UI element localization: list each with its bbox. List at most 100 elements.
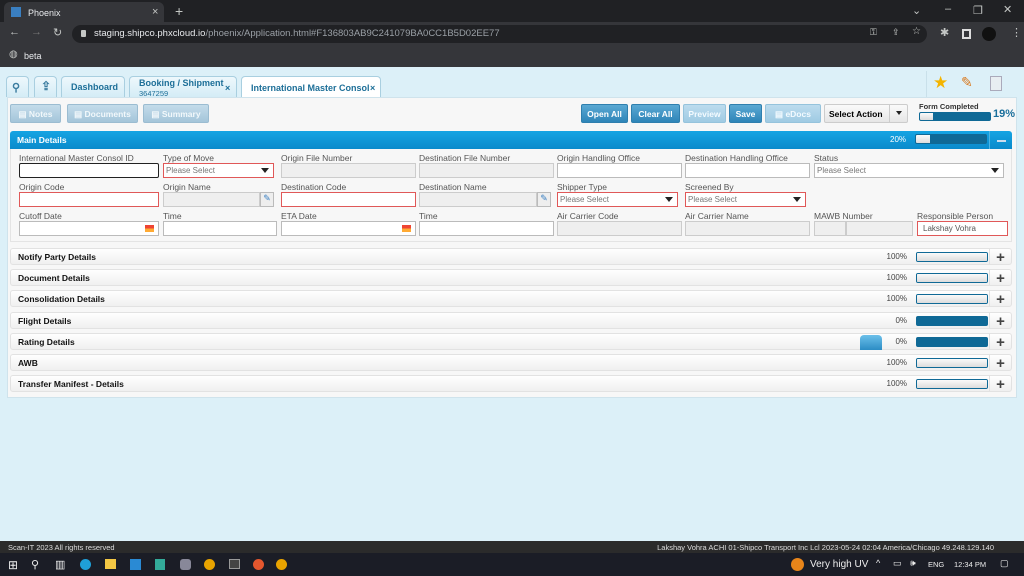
expand-plus-icon[interactable]: + xyxy=(989,291,1011,308)
responsible-person-input[interactable]: Lakshay Vohra xyxy=(917,221,1008,236)
cutoff-date-input[interactable] xyxy=(19,221,159,236)
notes-button[interactable]: ▤ Notes xyxy=(10,104,61,123)
open-all-button[interactable]: Open All xyxy=(581,104,628,123)
dest-file-input[interactable] xyxy=(419,163,554,178)
select-action-dropdown[interactable]: Select Action xyxy=(824,104,908,123)
file-explorer-icon[interactable] xyxy=(105,559,116,569)
key-icon[interactable]: ⚿ xyxy=(870,27,877,38)
side-panel-icon[interactable] xyxy=(962,29,971,39)
expand-plus-icon[interactable]: + xyxy=(989,270,1011,287)
tab-international-master-consol[interactable]: International Master Consol × xyxy=(241,76,381,98)
preview-button[interactable]: Preview xyxy=(683,104,726,123)
section-row[interactable]: Flight Details 0% + xyxy=(10,311,1012,330)
section-row[interactable]: Consolidation Details 100% + xyxy=(10,290,1012,308)
origin-code-input[interactable] xyxy=(19,192,159,207)
summary-button[interactable]: ▤ Summary xyxy=(143,104,209,123)
shipper-type-select[interactable]: Please Select xyxy=(557,192,678,207)
tray-chevron-icon[interactable]: ^ xyxy=(876,558,880,568)
close-window-icon[interactable]: ✕ xyxy=(1003,3,1012,16)
app-icon[interactable] xyxy=(253,559,264,570)
section-row[interactable]: Document Details 100% + xyxy=(10,269,1012,287)
language-indicator[interactable]: ENG xyxy=(928,560,944,569)
calendar-icon[interactable] xyxy=(145,225,154,232)
collapse-button[interactable] xyxy=(989,131,1012,149)
expand-plus-icon[interactable]: + xyxy=(989,249,1011,266)
volume-icon[interactable]: 🕪 xyxy=(910,558,916,569)
vscode-icon[interactable] xyxy=(130,559,141,570)
app-icon[interactable] xyxy=(155,559,165,570)
forward-icon[interactable]: → xyxy=(31,26,42,38)
consol-id-input[interactable] xyxy=(19,163,159,178)
mawb-prefix-input[interactable] xyxy=(814,221,846,236)
app-icon[interactable] xyxy=(180,559,191,570)
section-row[interactable]: AWB 100% + xyxy=(10,354,1012,372)
search-button[interactable]: ⚲ xyxy=(6,76,29,97)
main-details-header[interactable]: Main Details 20% xyxy=(10,131,1012,149)
chrome-icon[interactable] xyxy=(276,559,287,570)
upload-button[interactable]: ⇪ xyxy=(34,76,57,97)
clock[interactable]: 12:34 PM xyxy=(954,560,986,569)
status-select[interactable]: Please Select xyxy=(814,163,1004,178)
origin-office-input[interactable] xyxy=(557,163,682,178)
terminal-icon[interactable] xyxy=(229,559,240,569)
dest-office-input[interactable] xyxy=(685,163,810,178)
address-bar[interactable]: staging.shipco.phxcloud.io/phoenix/Appli… xyxy=(72,25,927,43)
type-of-move-select[interactable]: Please Select xyxy=(163,163,274,178)
document-list-icon[interactable] xyxy=(990,76,1002,91)
dest-code-input[interactable] xyxy=(281,192,416,207)
edit-lookup-icon[interactable]: ✎ xyxy=(260,192,274,207)
close-tab-icon[interactable]: × xyxy=(152,6,158,18)
expand-plus-icon[interactable]: + xyxy=(989,312,1011,330)
bookmark-beta[interactable]: beta xyxy=(24,51,42,61)
eta-date-input[interactable] xyxy=(281,221,416,236)
browser-tab[interactable]: Phoenix × xyxy=(4,2,164,22)
tab-booking-shipment[interactable]: Booking / Shipment 3647259 × xyxy=(129,76,237,98)
screened-by-select[interactable]: Please Select xyxy=(685,192,806,207)
air-carrier-name-input[interactable] xyxy=(685,221,810,236)
expand-plus-icon[interactable]: + xyxy=(989,355,1011,372)
profile-avatar[interactable] xyxy=(982,27,996,41)
clear-all-button[interactable]: Clear All xyxy=(631,104,680,123)
tab-search-icon[interactable]: ⌄ xyxy=(912,4,921,17)
calendar-icon[interactable] xyxy=(402,225,411,232)
maximize-icon[interactable]: ❐ xyxy=(973,4,983,17)
origin-name-input[interactable] xyxy=(163,192,260,207)
cutoff-time-input[interactable] xyxy=(163,221,277,236)
section-row[interactable]: Rating Details 0% + xyxy=(10,332,1012,351)
favorite-star-icon[interactable]: ★ xyxy=(933,73,948,93)
expand-plus-icon[interactable]: + xyxy=(989,376,1011,393)
reload-icon[interactable]: ↻ xyxy=(53,26,62,39)
eta-time-input[interactable] xyxy=(419,221,554,236)
close-tab-icon[interactable]: × xyxy=(225,83,230,93)
new-tab-icon[interactable]: + xyxy=(175,3,183,19)
bookmark-star-icon[interactable]: ☆ xyxy=(912,26,921,37)
save-button[interactable]: Save xyxy=(729,104,762,123)
network-icon[interactable]: ▭ xyxy=(893,558,902,569)
dest-name-input[interactable] xyxy=(419,192,537,207)
section-row[interactable]: Notify Party Details 100% + xyxy=(10,248,1012,266)
weather-text[interactable]: Very high UV xyxy=(810,559,868,570)
no-edit-icon[interactable]: ✎ xyxy=(961,74,973,91)
origin-file-input[interactable] xyxy=(281,163,416,178)
close-tab-icon[interactable]: × xyxy=(370,83,375,93)
windows-start-icon[interactable]: ⊞ xyxy=(8,558,18,572)
edocs-button[interactable]: ▤ eDocs xyxy=(765,104,821,123)
back-icon[interactable]: ← xyxy=(9,26,20,38)
section-row[interactable]: Transfer Manifest - Details 100% + xyxy=(10,375,1012,393)
chrome-icon[interactable] xyxy=(204,559,215,570)
expand-plus-icon[interactable]: + xyxy=(989,333,1011,351)
tab-dashboard[interactable]: Dashboard xyxy=(61,76,125,97)
search-icon[interactable]: ⚲ xyxy=(31,558,39,571)
task-view-icon[interactable]: ▥ xyxy=(55,558,65,571)
rating-sheet-icon[interactable] xyxy=(860,334,882,350)
mawb-number-input[interactable] xyxy=(846,221,913,236)
minimize-icon[interactable]: – xyxy=(945,3,951,15)
menu-icon[interactable]: ⋮ xyxy=(1011,26,1022,39)
edge-icon[interactable] xyxy=(80,559,91,570)
edit-lookup-icon[interactable]: ✎ xyxy=(537,192,551,207)
share-icon[interactable]: ⇪ xyxy=(892,27,900,38)
notifications-icon[interactable]: ▢ xyxy=(1000,558,1009,569)
air-carrier-code-input[interactable] xyxy=(557,221,682,236)
documents-button[interactable]: ▤ Documents xyxy=(67,104,138,123)
extensions-icon[interactable]: ✱ xyxy=(940,26,949,39)
